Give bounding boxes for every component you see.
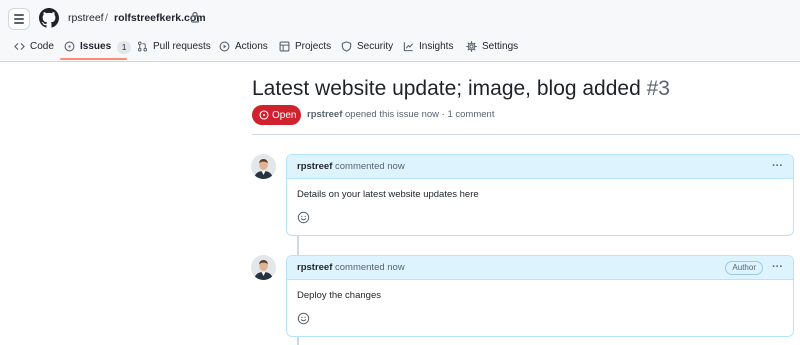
menu-button[interactable] bbox=[8, 8, 30, 30]
comment-timestamp[interactable]: commented now bbox=[335, 262, 405, 273]
avatar[interactable] bbox=[251, 154, 276, 179]
issue-meta: rpstreef opened this issue now · 1 comme… bbox=[307, 109, 494, 120]
active-tab-indicator bbox=[60, 58, 127, 60]
user-avatar-icon bbox=[251, 255, 276, 280]
comment-options-button[interactable]: ··· bbox=[772, 160, 783, 172]
tab-settings[interactable]: Settings bbox=[466, 36, 518, 62]
tab-actions[interactable]: Actions bbox=[219, 36, 268, 62]
issue-meta-text: opened this issue now · 1 comment bbox=[345, 109, 495, 120]
smiley-icon bbox=[297, 312, 310, 325]
comment-options-button[interactable]: ··· bbox=[772, 261, 783, 273]
comment-body: Details on your latest website updates h… bbox=[297, 189, 479, 200]
tab-projects[interactable]: Projects bbox=[279, 36, 331, 62]
comment-card: rpstreef commented now Author ··· Deploy… bbox=[286, 255, 794, 337]
left-blank-area bbox=[0, 62, 240, 345]
git-pull-request-icon bbox=[137, 41, 148, 52]
author-label-badge: Author bbox=[725, 261, 763, 275]
smiley-icon bbox=[297, 211, 310, 224]
title-divider bbox=[252, 134, 800, 135]
repo-header: rpstreef / rolfstreefkerk.com Code Issue… bbox=[0, 0, 800, 62]
issue-state-label: Open bbox=[272, 109, 297, 121]
tab-insights[interactable]: Insights bbox=[403, 36, 453, 62]
breadcrumb-owner[interactable]: rpstreef bbox=[68, 11, 104, 25]
avatar[interactable] bbox=[251, 255, 276, 280]
hamburger-line bbox=[14, 18, 24, 20]
play-icon bbox=[219, 41, 230, 52]
user-avatar-icon bbox=[251, 154, 276, 179]
comment-card: rpstreef commented now ··· Details on yo… bbox=[286, 154, 794, 236]
hamburger-line bbox=[14, 22, 24, 24]
shield-icon bbox=[341, 41, 352, 52]
code-icon bbox=[14, 43, 25, 50]
gear-icon bbox=[466, 41, 477, 52]
tab-label: Pull requests bbox=[153, 41, 211, 52]
tab-security[interactable]: Security bbox=[341, 36, 393, 62]
tab-label: Settings bbox=[482, 41, 519, 52]
tab-label: Actions bbox=[235, 41, 268, 52]
issue-title: Latest website update; image, blog added… bbox=[252, 76, 670, 102]
issue-author-link[interactable]: rpstreef bbox=[307, 109, 342, 120]
issue-title-text: Latest website update; image, blog added bbox=[252, 77, 641, 100]
comment-body: Deploy the changes bbox=[297, 290, 381, 301]
tab-code[interactable]: Code bbox=[14, 36, 54, 62]
issue-opened-icon bbox=[64, 41, 75, 52]
lock-icon bbox=[190, 11, 200, 23]
comment-author-link[interactable]: rpstreef bbox=[297, 262, 332, 273]
issue-opened-icon bbox=[259, 110, 269, 120]
tab-label: Insights bbox=[419, 41, 454, 52]
tab-label: Security bbox=[357, 41, 394, 52]
tab-label: Projects bbox=[295, 41, 332, 52]
hamburger-line bbox=[14, 14, 24, 16]
add-reaction-button[interactable] bbox=[297, 312, 310, 325]
tab-pull-requests[interactable]: Pull requests bbox=[137, 36, 211, 62]
comment-header: rpstreef commented now Author ··· bbox=[287, 256, 793, 280]
add-reaction-button[interactable] bbox=[297, 211, 310, 224]
graph-icon bbox=[403, 42, 414, 52]
tab-label: Issues bbox=[80, 41, 112, 52]
issue-number: #3 bbox=[646, 77, 670, 100]
github-logo-icon[interactable] bbox=[39, 8, 59, 28]
breadcrumb-separator: / bbox=[105, 12, 108, 24]
table-icon bbox=[279, 41, 290, 52]
tab-label: Code bbox=[30, 41, 54, 52]
comment-author-link[interactable]: rpstreef bbox=[297, 161, 332, 172]
comment-timestamp[interactable]: commented now bbox=[335, 161, 405, 172]
issue-state-badge: Open bbox=[252, 105, 301, 125]
comment-header: rpstreef commented now ··· bbox=[287, 155, 793, 179]
issue-count-badge: 1 bbox=[117, 41, 132, 54]
